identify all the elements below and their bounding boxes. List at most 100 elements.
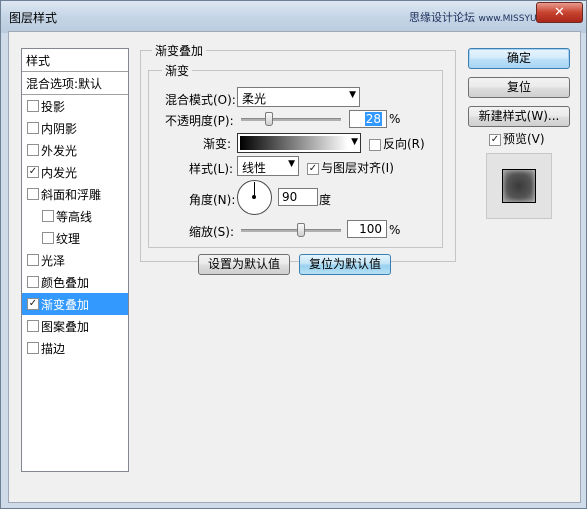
style-list-item[interactable]: ✓ 渐变叠加: [22, 293, 128, 315]
blend-mode-select[interactable]: 柔光 ▼: [237, 87, 360, 107]
style-checkbox[interactable]: [42, 210, 54, 222]
blending-options-item[interactable]: 混合选项:默认: [22, 72, 128, 95]
reverse-label: 反向(R): [383, 137, 425, 151]
style-list-item-label: 斜面和浮雕: [41, 188, 102, 202]
style-checkbox[interactable]: [27, 122, 39, 134]
window-title: 图层样式: [9, 11, 58, 25]
preview-checkbox[interactable]: ✓: [489, 133, 501, 146]
style-checkbox[interactable]: [27, 320, 39, 332]
opacity-label: 不透明度(P):: [165, 114, 234, 128]
style-list-item[interactable]: 斜面和浮雕: [22, 183, 128, 205]
style-list-item-label: 渐变叠加: [41, 298, 90, 312]
layer-style-dialog: 图层样式 思缘设计论坛 www.MISSYUAN.COM ✕ 样式 混合选项:默…: [0, 0, 587, 509]
styles-header-label: 样式: [26, 54, 51, 68]
reset-label: 复位: [506, 80, 531, 94]
style-preview: [486, 153, 552, 219]
angle-label: 角度(N):: [189, 193, 236, 207]
blend-mode-value: 柔光: [242, 92, 267, 106]
angle-value: 90: [282, 190, 298, 204]
align-with-layer-checkbox[interactable]: ✓: [307, 162, 319, 175]
gradient-label: 渐变:: [203, 137, 232, 151]
style-list-item-label: 光泽: [41, 254, 66, 268]
preview-option[interactable]: ✓ 预览(V): [489, 130, 545, 147]
angle-dial[interactable]: [237, 180, 272, 215]
gradient-subgroup-title: 渐变: [162, 62, 193, 79]
reset-button[interactable]: 复位: [468, 77, 570, 98]
opacity-slider-thumb[interactable]: [265, 112, 273, 126]
style-list-item-label: 外发光: [41, 144, 78, 158]
blending-options-label: 混合选项:默认: [26, 77, 103, 91]
style-list-item[interactable]: 纹理: [22, 227, 128, 249]
styles-header[interactable]: 样式: [22, 49, 128, 72]
style-list-item[interactable]: 光泽: [22, 249, 128, 271]
chevron-down-icon: ▼: [351, 137, 358, 147]
style-preview-swatch: [502, 169, 536, 203]
style-list-item-label: 纹理: [56, 232, 81, 246]
style-list-item-label: 等高线: [56, 210, 93, 224]
opacity-value: 28: [364, 112, 382, 126]
make-default-button[interactable]: 设置为默认值: [198, 254, 290, 275]
style-checkbox[interactable]: [42, 232, 54, 244]
gradient-picker[interactable]: ▼: [237, 133, 361, 153]
ok-button[interactable]: 确定: [468, 48, 570, 69]
gradient-preview: [240, 136, 348, 150]
align-with-layer-option[interactable]: ✓ 与图层对齐(I): [307, 159, 394, 176]
dialog-client: 样式 混合选项:默认 投影 内阴影 外发光 ✓ 内发光 斜面和浮雕 等高线 纹理 光泽 颜色叠加 ✓…: [8, 31, 581, 503]
chevron-down-icon: ▼: [288, 159, 295, 169]
style-list-item-label: 图案叠加: [41, 320, 90, 334]
style-checkbox[interactable]: [27, 188, 39, 200]
style-checkbox[interactable]: [27, 276, 39, 288]
scale-unit: %: [389, 223, 401, 237]
title-bar[interactable]: 图层样式 思缘设计论坛 www.MISSYUAN.COM ✕: [1, 1, 586, 33]
style-checkbox[interactable]: ✓: [27, 166, 39, 178]
scale-slider-thumb[interactable]: [297, 223, 305, 237]
style-select[interactable]: 线性 ▼: [237, 156, 299, 176]
style-checkbox[interactable]: [27, 342, 39, 354]
opacity-input[interactable]: 28: [349, 110, 387, 128]
close-button[interactable]: ✕: [536, 2, 583, 23]
new-style-label: 新建样式(W)...: [478, 109, 560, 123]
scale-input[interactable]: 100: [347, 220, 387, 238]
style-list-item[interactable]: 内阴影: [22, 117, 128, 139]
close-icon: ✕: [554, 5, 565, 20]
styles-list: 样式 混合选项:默认 投影 内阴影 外发光 ✓ 内发光 斜面和浮雕 等高线 纹理 光泽 颜色叠加 ✓…: [21, 48, 129, 472]
chevron-down-icon: ▼: [349, 90, 356, 100]
style-list-item[interactable]: 等高线: [22, 205, 128, 227]
scale-slider-track[interactable]: [241, 229, 341, 232]
style-checkbox[interactable]: [27, 254, 39, 266]
opacity-unit: %: [389, 112, 401, 126]
style-value: 线性: [242, 161, 267, 175]
style-list-item[interactable]: ✓ 内发光: [22, 161, 128, 183]
style-checkbox[interactable]: ✓: [27, 298, 39, 310]
scale-value: 100: [359, 222, 382, 236]
new-style-button[interactable]: 新建样式(W)...: [468, 106, 570, 127]
scale-label: 缩放(S):: [189, 225, 235, 239]
reset-to-default-label: 复位为默认值: [308, 257, 381, 271]
make-default-label: 设置为默认值: [207, 257, 280, 271]
style-list-item-label: 内阴影: [41, 122, 78, 136]
preview-label: 预览(V): [503, 132, 545, 146]
opacity-slider-track[interactable]: [241, 118, 341, 121]
angle-dial-center: [252, 195, 256, 199]
watermark-text: 思缘设计论坛: [409, 11, 475, 24]
reverse-option[interactable]: 反向(R): [369, 135, 425, 152]
style-list-item-label: 颜色叠加: [41, 276, 90, 290]
style-checkbox[interactable]: [27, 100, 39, 112]
style-list-item[interactable]: 外发光: [22, 139, 128, 161]
angle-unit: 度: [319, 193, 332, 207]
style-list-item[interactable]: 图案叠加: [22, 315, 128, 337]
style-list-item-label: 投影: [41, 100, 66, 114]
style-list-item-label: 描边: [41, 342, 66, 356]
reverse-checkbox[interactable]: [369, 138, 381, 151]
gradient-overlay-title: 渐变叠加: [152, 42, 207, 59]
style-checkbox[interactable]: [27, 144, 39, 156]
ok-label: 确定: [506, 51, 531, 65]
reset-to-default-button[interactable]: 复位为默认值: [299, 254, 391, 275]
style-list-item[interactable]: 投影: [22, 95, 128, 117]
style-list-item-label: 内发光: [41, 166, 78, 180]
angle-input[interactable]: 90: [278, 188, 318, 206]
style-list-item[interactable]: 颜色叠加: [22, 271, 128, 293]
style-list-item[interactable]: 描边: [22, 337, 128, 359]
style-label: 样式(L):: [189, 162, 234, 176]
align-with-layer-label: 与图层对齐(I): [321, 161, 394, 175]
